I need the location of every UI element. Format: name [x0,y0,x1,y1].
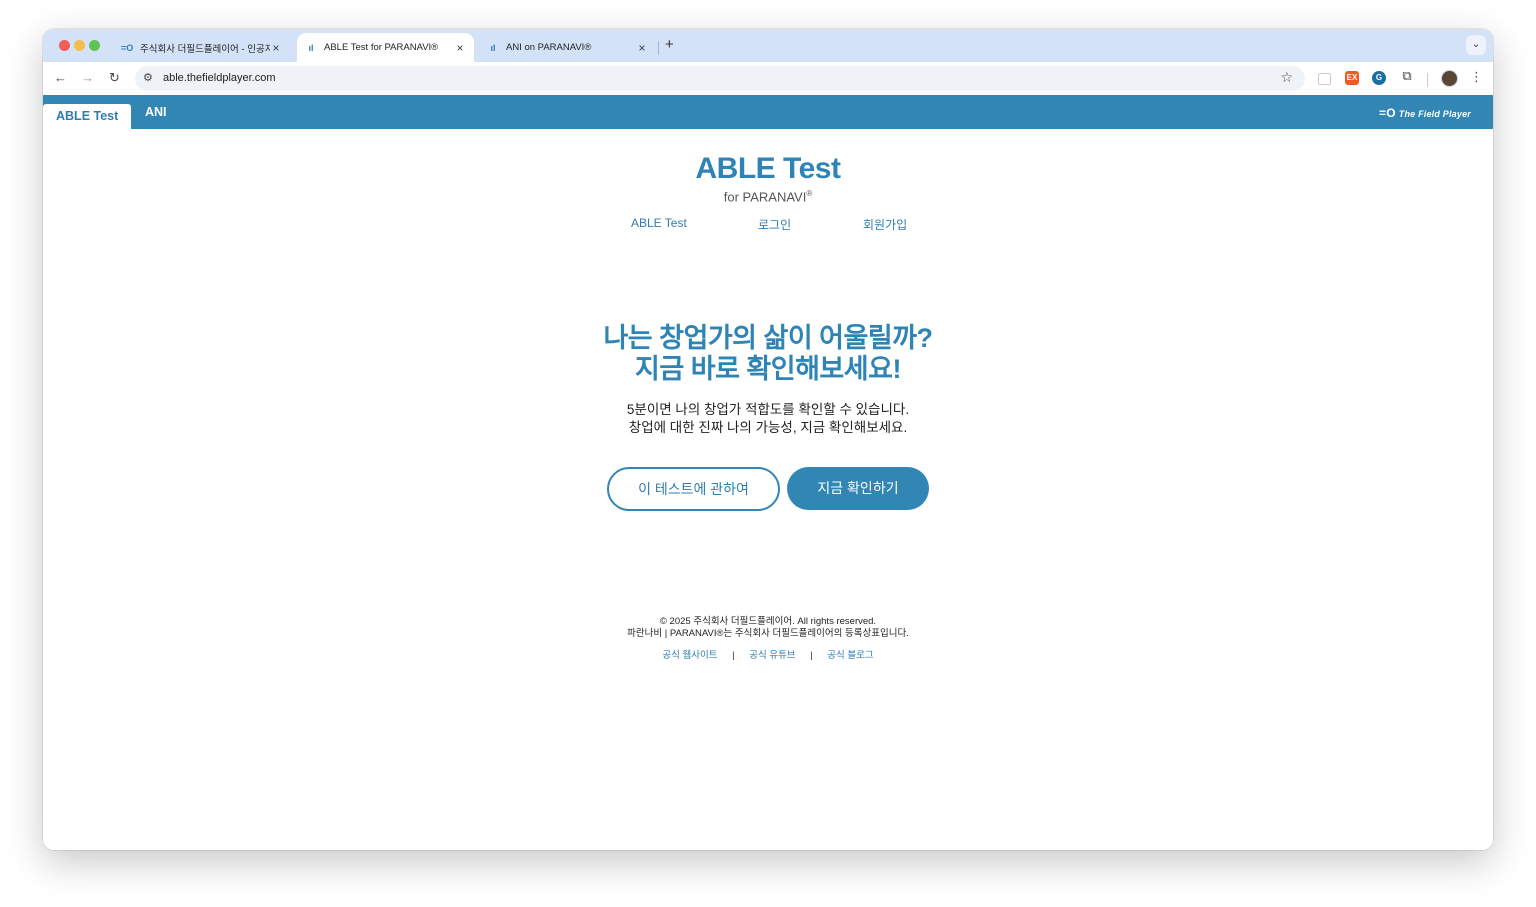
browser-tab-ani[interactable]: ıl ANI on PARANAVI® × [479,33,656,62]
toolbar-divider [1427,73,1428,87]
tab-search-chevron-icon[interactable]: ⌄ [1466,35,1486,55]
tab-title: ANI on PARANAVI® [506,42,592,53]
footer: © 2025 주식회사 더필드플레이어. All rights reserved… [43,616,1493,640]
fieldplayer-logo-icon: =O [1379,106,1396,120]
app-navbar: ABLE Test ANI =O The Field Player [43,95,1493,129]
hero-description: 5분이면 나의 창업가 적합도를 확인할 수 있습니다. 창업에 대한 진짜 나… [43,401,1493,437]
close-tab-icon[interactable]: × [636,41,648,55]
brand-name: The Field Player [1398,109,1471,119]
extension-blank-icon[interactable] [1318,73,1331,85]
new-tab-icon[interactable]: + [665,36,674,53]
reload-icon[interactable]: ↻ [109,70,120,86]
footer-links: 공식 웹사이트 | 공식 유튜브 | 공식 블로그 [43,647,1493,661]
page-subtitle: for PARANAVI® [723,189,813,205]
link-signup[interactable]: 회원가입 [863,216,907,233]
bookmark-star-icon[interactable]: ☆ [1280,69,1293,86]
extensions-puzzle-icon[interactable]: ⧉ [1400,69,1414,83]
footer-separator: | [732,650,735,661]
hero-headline: 나는 창업가의 삶이 어울릴까? 지금 바로 확인해보세요! [43,323,1493,385]
browser-tab-fieldplayer[interactable]: =O 주식회사 더필드플레이어 - 인공지능 × [113,33,290,62]
description-line-1: 5분이면 나의 창업가 적합도를 확인할 수 있습니다. [626,402,910,417]
chart-icon: ıl [308,42,314,53]
browser-menu-icon[interactable]: ⋮ [1470,69,1483,85]
tab-title: ABLE Test for PARANAVI® [324,42,439,53]
close-tab-icon[interactable]: × [270,41,282,55]
link-official-website[interactable]: 공식 웹사이트 [662,650,717,661]
link-official-youtube[interactable]: 공식 유튜브 [749,650,795,661]
tab-able-test[interactable]: ABLE Test [43,104,132,129]
fieldplayer-brand-logo[interactable]: =O The Field Player [1379,106,1471,120]
back-arrow-icon[interactable]: ← [54,70,67,85]
url-text[interactable]: able.thefieldplayer.com [163,72,276,84]
close-window-icon[interactable] [59,40,70,51]
browser-toolbar: ← → ↻ ⚙ able.thefieldplayer.com ☆ EX G ⧉… [43,62,1493,95]
link-login[interactable]: 로그인 [758,216,791,233]
start-test-button[interactable]: 지금 확인하기 [787,467,929,510]
close-tab-icon[interactable]: × [454,41,466,55]
tab-divider [658,41,659,55]
headline-line-2: 지금 바로 확인해보세요! [635,354,901,384]
fieldplayer-logo-icon: =O [121,42,134,53]
footer-separator: | [810,650,813,661]
site-settings-icon[interactable]: ⚙ [143,71,153,84]
tab-title: 주식회사 더필드플레이어 - 인공지능 [140,43,270,55]
link-official-blog[interactable]: 공식 블로그 [827,650,873,661]
maximize-window-icon[interactable] [89,40,100,51]
page-title: ABLE Test [695,152,841,185]
page-content: ABLE Test ANI =O The Field Player ABLE Te… [43,95,1493,850]
footer-copyright: © 2025 주식회사 더필드플레이어. All rights reserved… [659,616,877,627]
tab-ani[interactable]: ANI [145,100,167,125]
tab-strip: =O 주식회사 더필드플레이어 - 인공지능 × ıl ABLE Test fo… [43,29,1493,62]
headline-line-1: 나는 창업가의 삶이 어울릴까? [603,323,933,353]
link-able-test[interactable]: ABLE Test [631,216,687,230]
extension-ex-icon[interactable]: EX [1345,71,1359,85]
address-bar[interactable]: ⚙ able.thefieldplayer.com ☆ [135,66,1305,91]
about-test-button[interactable]: 이 테스트에 관하여 [607,467,780,511]
browser-window: =O 주식회사 더필드플레이어 - 인공지능 × ıl ABLE Test fo… [43,29,1493,850]
extension-grammarly-icon[interactable]: G [1372,71,1386,85]
description-line-2: 창업에 대한 진짜 나의 가능성, 지금 확인해보세요. [628,420,908,435]
profile-avatar[interactable] [1441,70,1458,87]
chart-icon: ıl [490,42,496,53]
minimize-window-icon[interactable] [74,40,85,51]
footer-trademark: 파란나비 | PARANAVI®는 주식회사 더필드플레이어의 등록상표입니다. [627,628,909,639]
browser-tab-able-test[interactable]: ıl ABLE Test for PARANAVI® × [297,33,474,62]
forward-arrow-icon[interactable]: → [81,70,94,85]
